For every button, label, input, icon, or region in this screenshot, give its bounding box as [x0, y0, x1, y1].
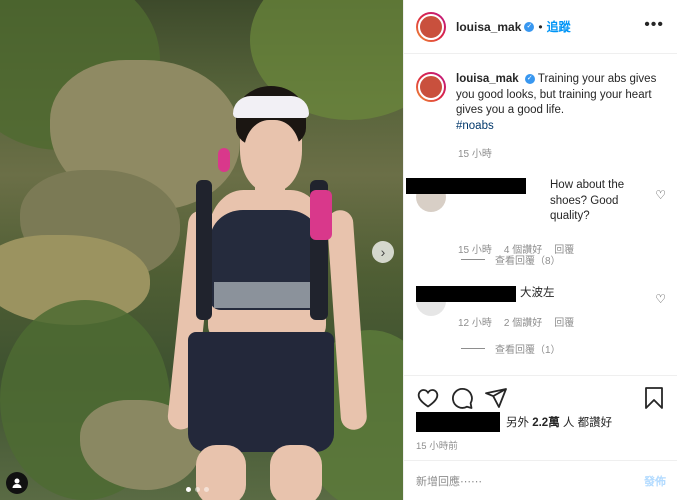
comment-item: How about the shoes? Good quality? ♡ 15 … [406, 178, 672, 267]
verified-badge-icon: ✓ [524, 21, 535, 32]
comment-icon[interactable] [450, 386, 474, 410]
tagged-user-icon[interactable] [6, 472, 28, 494]
send-icon[interactable] [484, 386, 508, 410]
comment-input[interactable]: 新增回應⋯⋯ [416, 473, 644, 489]
reply-button[interactable]: 回覆 [554, 314, 574, 329]
author-username[interactable]: louisa_mak [456, 20, 521, 34]
replies-divider [461, 348, 485, 349]
post-comment-button[interactable]: 發佈 [644, 473, 666, 489]
post-photo[interactable]: › [0, 0, 403, 500]
replies-divider [461, 259, 485, 260]
redacted-username [416, 412, 500, 432]
post-side-panel: louisa_mak ✓ • 追蹤 ••• louisa_mak ✓ Train… [403, 0, 677, 500]
post-timestamp[interactable]: 15 小時前 [416, 438, 458, 452]
comment-like-count[interactable]: 2 個讚好 [504, 314, 542, 329]
bookmark-icon[interactable] [642, 386, 666, 410]
running-shorts [188, 332, 334, 452]
sports-bra-band [214, 282, 314, 308]
comment-text: 大波左 [520, 287, 555, 299]
view-replies-button[interactable]: 查看回覆（1） [461, 341, 561, 356]
post-header: louisa_mak ✓ • 追蹤 ••• [404, 0, 677, 54]
next-photo-button[interactable]: › [372, 241, 394, 263]
instagram-post-modal: › louisa_mak ✓ • 追蹤 ••• louisa_mak ✓ Tra… [0, 0, 677, 500]
heart-icon[interactable] [416, 386, 440, 410]
caption-time: 15 小時 [458, 149, 492, 160]
action-bar [404, 375, 677, 415]
caption-username[interactable]: louisa_mak [456, 73, 519, 85]
follow-button[interactable]: 追蹤 [547, 18, 571, 35]
post-caption: louisa_mak ✓ Training your abs gives you… [416, 72, 672, 160]
woman-hiker [160, 40, 368, 500]
comment-text: How about the shoes? Good quality? [550, 179, 625, 222]
redacted-username [416, 286, 516, 302]
caption-author-avatar[interactable] [416, 72, 446, 102]
ellipsis-icon[interactable]: ••• [644, 16, 664, 34]
comment-like-heart-icon[interactable]: ♡ [655, 292, 666, 306]
white-visor [233, 96, 309, 118]
carousel-indicator [186, 487, 209, 492]
separator-dot: • [538, 19, 543, 34]
comment-time: 12 小時 [458, 318, 492, 329]
verified-badge-icon: ✓ [524, 73, 535, 84]
view-replies-button[interactable]: 查看回覆（8） [461, 252, 561, 267]
view-replies-label[interactable]: 查看回覆（8） [495, 252, 561, 267]
comment-like-heart-icon[interactable]: ♡ [655, 188, 666, 202]
likes-suffix: 人 都讚好 [562, 417, 613, 429]
caption-hashtag[interactable]: #noabs [456, 120, 494, 132]
comment-item: 大波左 ♡ 12 小時 2 個讚好 回覆 查看回覆（1） [416, 286, 672, 356]
likes-count[interactable]: 2.2萬 [532, 414, 560, 430]
redacted-username [406, 178, 526, 194]
likes-prefix: 另外 [506, 417, 529, 429]
author-avatar[interactable] [416, 11, 446, 42]
view-replies-label[interactable]: 查看回覆（1） [495, 341, 561, 356]
add-comment-bar: 新增回應⋯⋯ 發佈 [404, 460, 677, 500]
like-summary[interactable]: 另外 2.2萬 人 都讚好 [416, 412, 612, 432]
